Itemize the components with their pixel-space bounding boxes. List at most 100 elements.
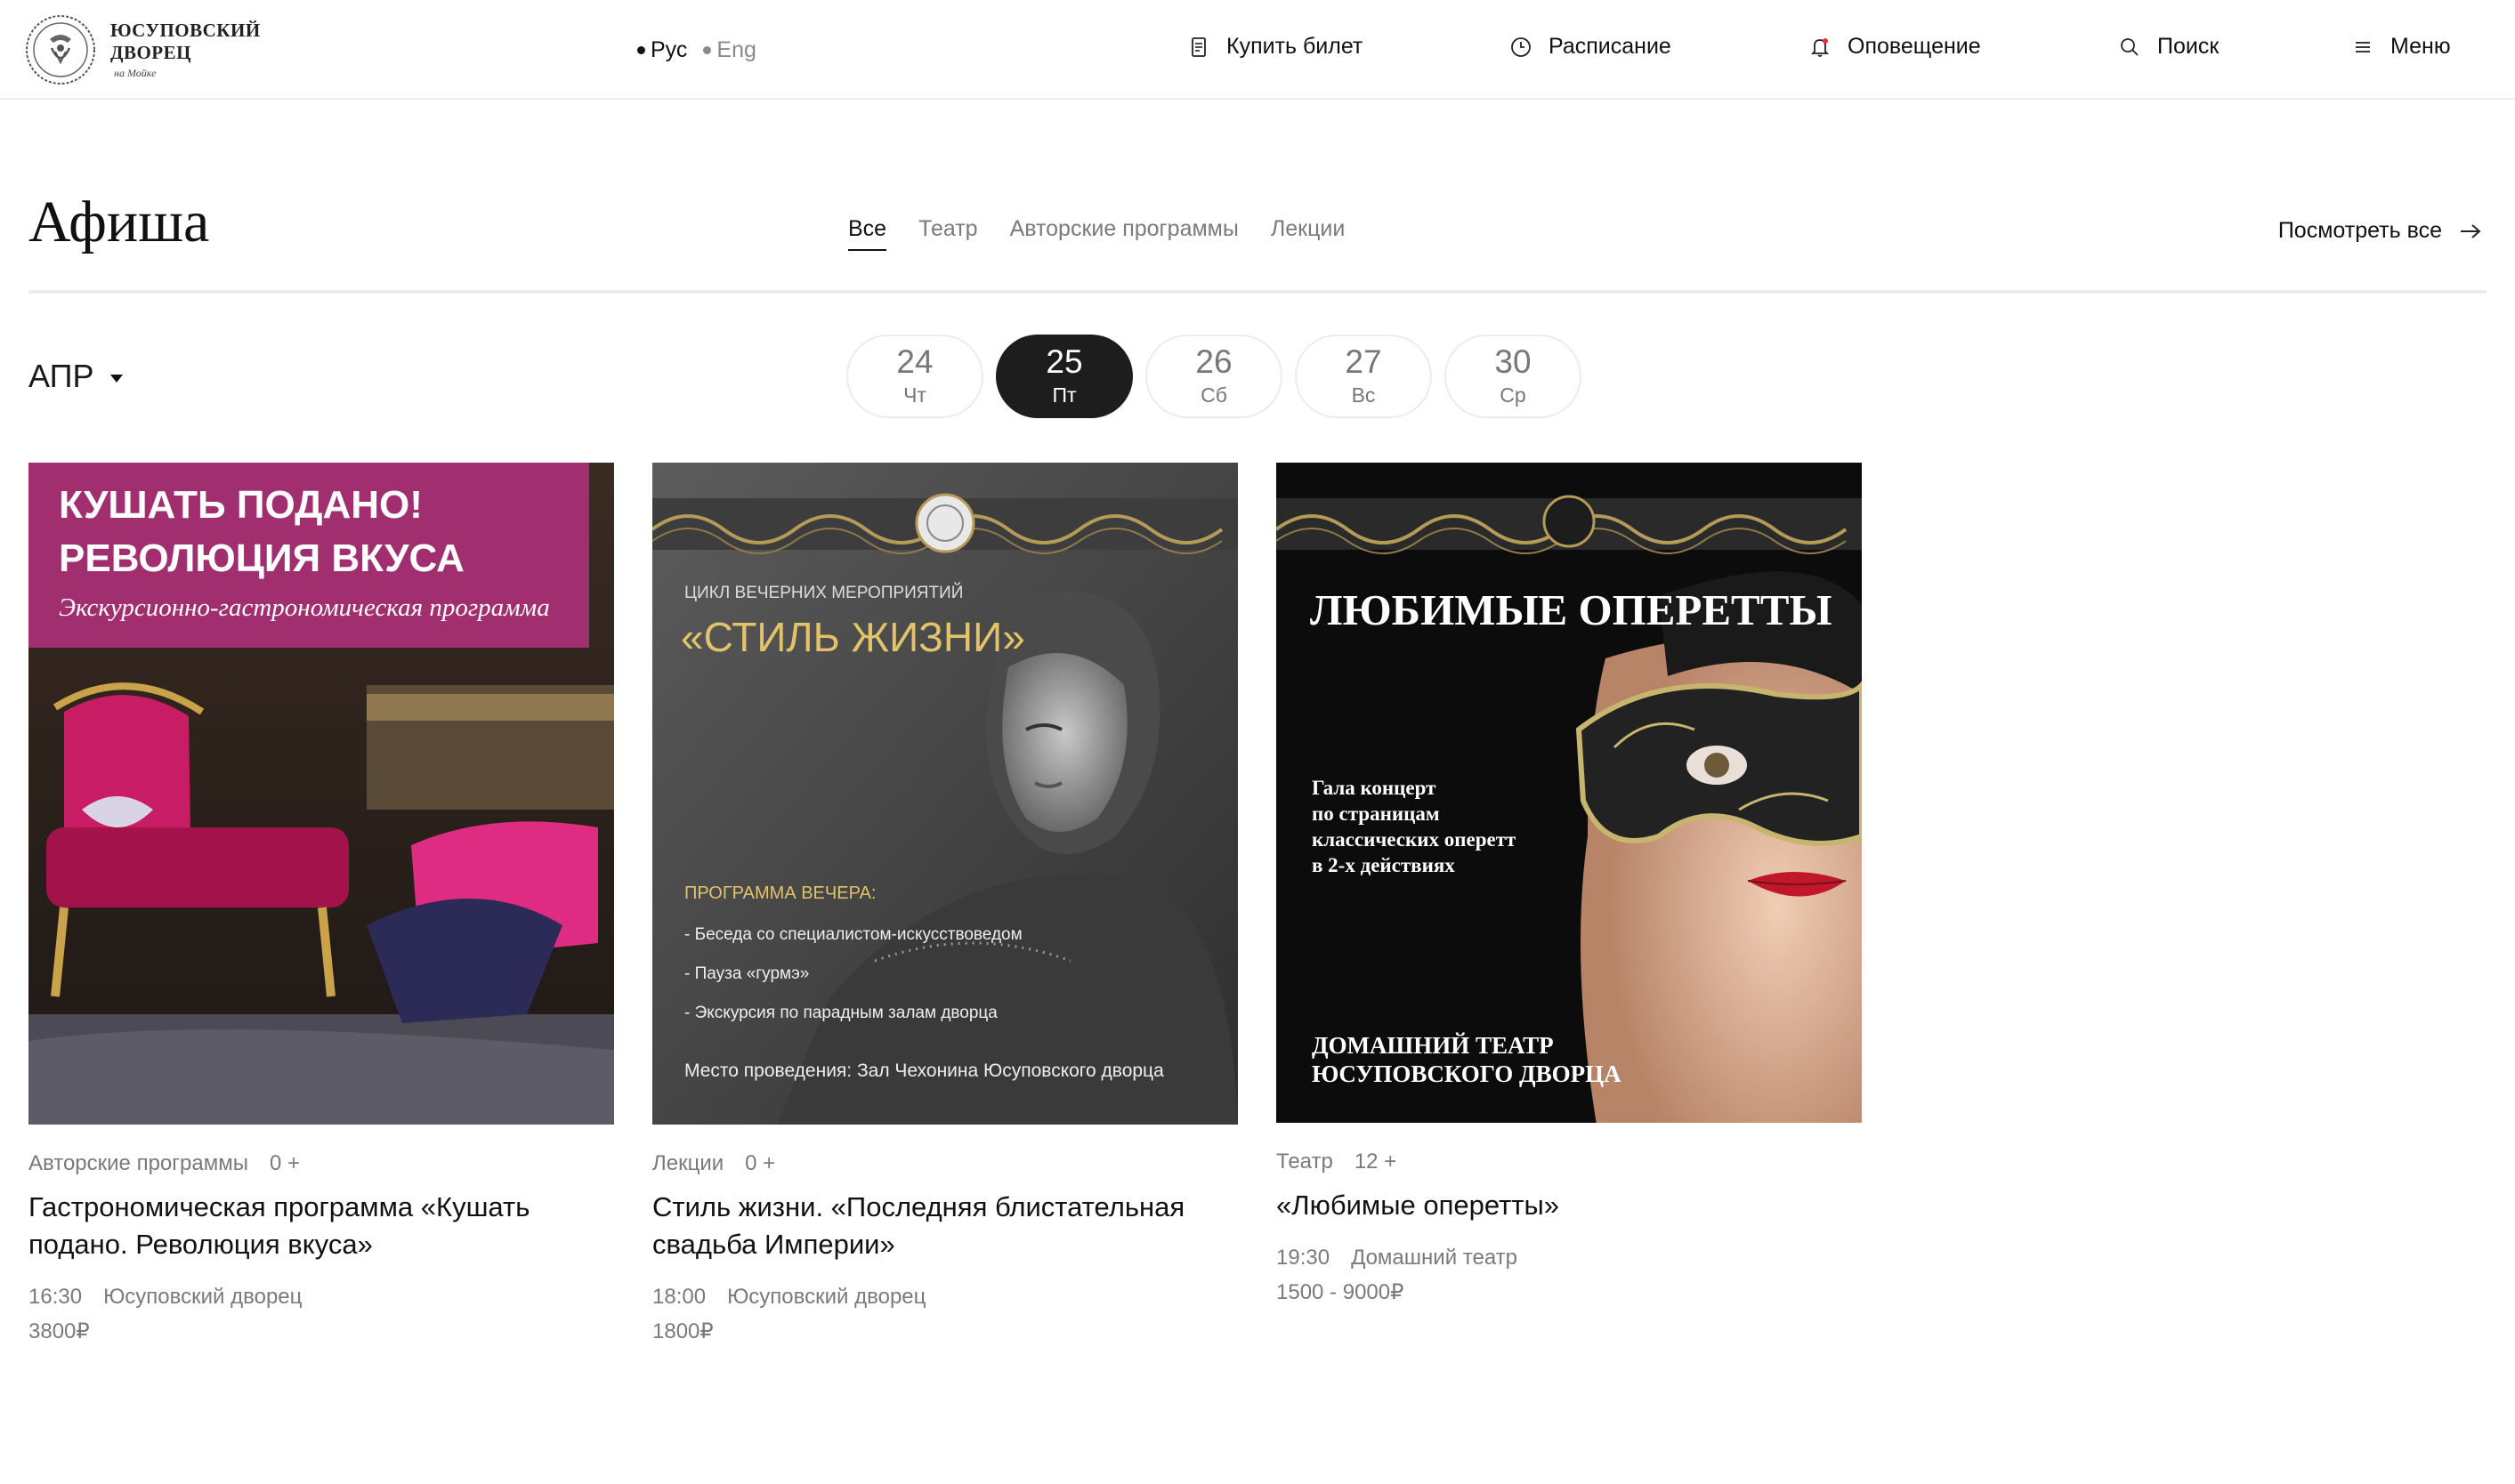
menu-icon	[2356, 41, 2370, 52]
date-weekday: Пт	[1052, 383, 1077, 407]
poster-operetta: ЛЮБИМЫЕ ОПЕРЕТТЫ Гала концерт по страниц…	[1276, 463, 1862, 1123]
date-weekday: Чт	[903, 383, 926, 407]
event-place: Домашний театр	[1351, 1246, 1517, 1270]
section-divider	[28, 290, 2487, 294]
event-place: Юсуповский дворец	[103, 1285, 303, 1309]
event-poster-image[interactable]: КУШАТЬ ПОДАНО! РЕВОЛЮЦИЯ ВКУСА Экскурсио…	[28, 463, 614, 1125]
event-info: 16:30 Юсуповский дворец	[28, 1285, 614, 1310]
logo-line-2: ДВОРЕЦ	[110, 42, 191, 63]
poster-desc-line: по страницам	[1312, 802, 1440, 825]
month-selector[interactable]: АПР	[28, 358, 123, 395]
poster-program-item: - Беседа со специалистом-искусствоведом	[684, 925, 1023, 944]
date-pill-selected[interactable]: 25 Пт	[996, 335, 1133, 418]
event-age-rating: 0 +	[745, 1151, 776, 1175]
date-weekday: Вс	[1351, 383, 1376, 407]
nav-schedule[interactable]: Расписание	[1509, 34, 1671, 60]
category-tabs: Все Театр Авторские программы Лекции	[848, 216, 1345, 251]
month-label: АПР	[28, 358, 94, 394]
date-pill[interactable]: 24 Чт	[846, 335, 983, 418]
date-day: 26	[1195, 343, 1233, 380]
date-pill[interactable]: 26 Сб	[1145, 335, 1282, 418]
event-info: 18:00 Юсуповский дворец	[652, 1285, 1238, 1310]
poster-program-item: - Пауза «гурмэ»	[684, 964, 809, 983]
lang-ru-label: Рус	[651, 37, 688, 62]
event-card[interactable]: ЛЮБИМЫЕ ОПЕРЕТТЫ Гала концерт по страниц…	[1276, 463, 1862, 1305]
event-category: Театр	[1276, 1149, 1333, 1173]
event-age-rating: 0 +	[269, 1151, 300, 1175]
bell-icon	[1810, 37, 1830, 57]
event-price: 3800₽	[28, 1319, 90, 1343]
search-icon	[2121, 37, 2139, 56]
lang-en-label: Eng	[716, 37, 756, 62]
event-info: 19:30 Домашний театр	[1276, 1246, 1862, 1270]
poster-desc-line: Гала концерт	[1312, 777, 1436, 799]
poster-text-line3: Экскурсионно-гастрономическая программа	[59, 593, 550, 622]
poster-name-text: «СТИЛЬ ЖИЗНИ»	[681, 614, 1025, 660]
caret-down-icon	[109, 374, 123, 383]
event-price: 1800₽	[652, 1319, 714, 1343]
view-all-link[interactable]: Посмотреть все	[2278, 218, 2483, 244]
event-card[interactable]: КУШАТЬ ПОДАНО! РЕВОЛЮЦИЯ ВКУСА Экскурсио…	[28, 463, 614, 1344]
logo-subtitle: на Мойке	[114, 67, 157, 79]
event-poster-image[interactable]: ЦИКЛ ВЕЧЕРНИХ МЕРОПРИЯТИЙ «СТИЛЬ ЖИЗНИ» …	[652, 463, 1238, 1125]
event-time: 16:30	[28, 1285, 83, 1309]
event-time: 19:30	[1276, 1246, 1330, 1270]
event-price: 1500 - 9000₽	[1276, 1280, 1404, 1304]
event-meta: Лекции 0 +	[652, 1151, 1238, 1176]
nav-menu-label: Меню	[2390, 34, 2451, 59]
event-poster-image[interactable]: ЛЮБИМЫЕ ОПЕРЕТТЫ Гала концерт по страниц…	[1276, 463, 1862, 1123]
date-day: 30	[1494, 343, 1532, 380]
page-title: Афиша	[28, 190, 210, 254]
tab-all[interactable]: Все	[848, 216, 887, 251]
date-weekday: Сб	[1201, 383, 1227, 407]
date-pill[interactable]: 27 Вс	[1295, 335, 1432, 418]
date-weekday: Ср	[1500, 383, 1526, 407]
logo-line-1: ЮСУПОВСКИЙ	[110, 20, 261, 41]
tab-lectures[interactable]: Лекции	[1271, 216, 1346, 251]
poster-desc-line: классических оперетт	[1312, 828, 1516, 851]
site-header: ЮСУПОВСКИЙ ДВОРЕЦ на Мойке Рус Eng Купит…	[0, 0, 2515, 100]
language-switcher: Рус Eng	[637, 37, 756, 63]
tab-author-programs[interactable]: Авторские программы	[1010, 216, 1239, 251]
poster-program-item: - Экскурсия по парадным залам дворца	[684, 1004, 998, 1022]
arrow-right-icon	[2461, 223, 2481, 238]
nav-buy-ticket-label: Купить билет	[1226, 34, 1363, 59]
view-all-label: Посмотреть все	[2277, 218, 2442, 243]
palace-emblem-icon	[26, 15, 95, 85]
date-day: 24	[896, 343, 934, 380]
lang-inactive-dot	[703, 46, 712, 54]
poster-footer-line: ДОМАШНИЙ ТЕАТР	[1312, 1032, 1554, 1059]
lang-active-dot	[637, 46, 645, 54]
event-place: Юсуповский дворец	[727, 1285, 926, 1309]
event-meta: Авторские программы 0 +	[28, 1151, 614, 1176]
poster-gastronomy: КУШАТЬ ПОДАНО! РЕВОЛЮЦИЯ ВКУСА Экскурсио…	[28, 463, 614, 1125]
date-picker: 24 Чт 25 Пт 26 Сб 27 Вс 30 Ср	[846, 335, 1581, 418]
poster-lifestyle: ЦИКЛ ВЕЧЕРНИХ МЕРОПРИЯТИЙ «СТИЛЬ ЖИЗНИ» …	[652, 463, 1238, 1125]
site-logo[interactable]: ЮСУПОВСКИЙ ДВОРЕЦ на Мойке	[23, 12, 261, 87]
event-title[interactable]: Гастрономическая программа «Кушать подан…	[28, 1189, 614, 1263]
nav-search-label: Поиск	[2157, 34, 2220, 59]
event-title[interactable]: «Любимые оперетты»	[1276, 1187, 1862, 1224]
event-age-rating: 12 +	[1354, 1149, 1397, 1173]
poster-title-text: ЛЮБИМЫЕ ОПЕРЕТТЫ	[1310, 585, 1832, 634]
event-title[interactable]: Стиль жизни. «Последняя блистательная св…	[652, 1189, 1238, 1263]
date-day: 25	[1046, 343, 1083, 380]
nav-search[interactable]: Поиск	[2118, 34, 2219, 60]
poster-text-line2: РЕВОЛЮЦИЯ ВКУСА	[59, 536, 465, 580]
nav-menu[interactable]: Меню	[2351, 34, 2451, 60]
poster-text-line1: КУШАТЬ ПОДАНО!	[59, 483, 423, 527]
poster-series-text: ЦИКЛ ВЕЧЕРНИХ МЕРОПРИЯТИЙ	[684, 583, 963, 602]
nav-notifications[interactable]: Оповещение	[1808, 34, 1981, 60]
event-category: Авторские программы	[28, 1151, 248, 1175]
nav-buy-ticket[interactable]: Купить билет	[1187, 34, 1363, 60]
date-pill[interactable]: 30 Ср	[1444, 335, 1581, 418]
tab-theatre[interactable]: Театр	[918, 216, 977, 251]
clock-icon	[1511, 36, 1531, 57]
event-time: 18:00	[652, 1285, 707, 1309]
lang-en[interactable]: Eng	[703, 37, 756, 63]
nav-notifications-label: Оповещение	[1848, 34, 1981, 59]
lang-ru[interactable]: Рус	[637, 37, 687, 63]
event-card[interactable]: ЦИКЛ ВЕЧЕРНИХ МЕРОПРИЯТИЙ «СТИЛЬ ЖИЗНИ» …	[652, 463, 1238, 1344]
poster-desc-line: в 2-х действиях	[1312, 854, 1455, 876]
poster-program-title: ПРОГРАММА ВЕЧЕРА:	[684, 883, 876, 903]
